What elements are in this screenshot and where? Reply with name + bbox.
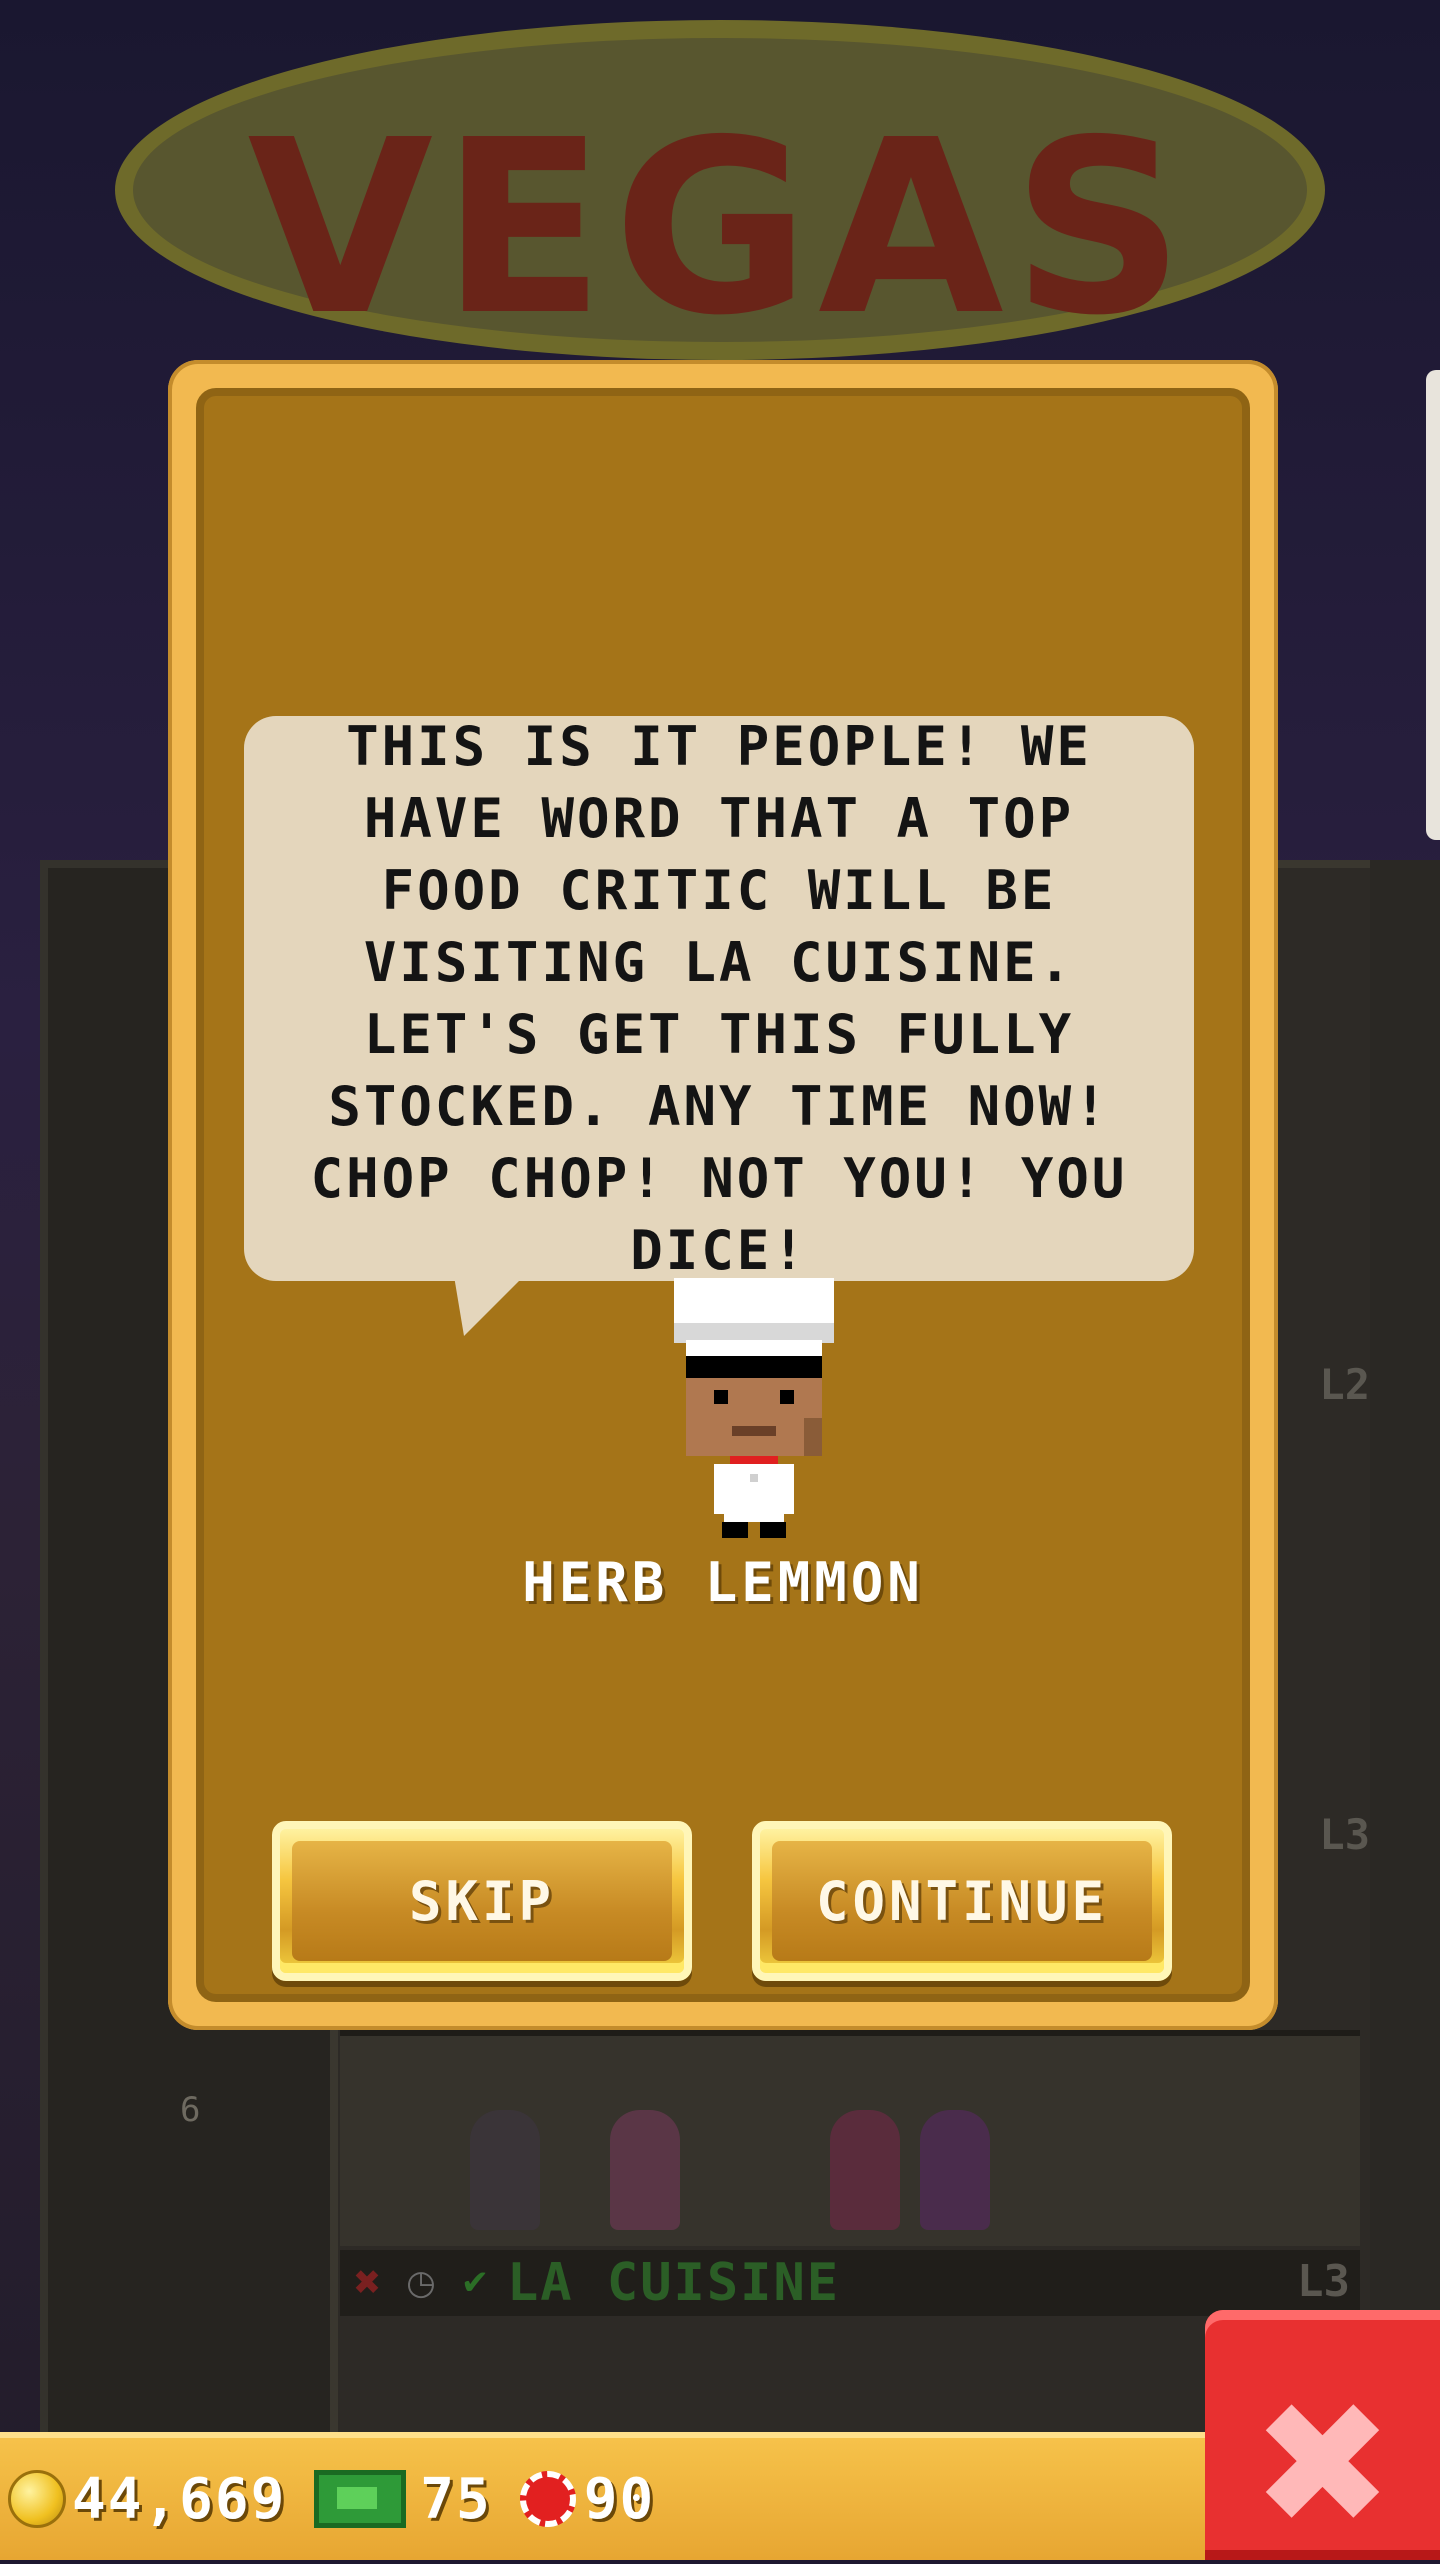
mission-dialog: THIS IS IT PEOPLE! WE HAVE WORD THAT A T…: [168, 360, 1278, 2030]
bitizen[interactable]: [920, 2110, 990, 2230]
coins-value: 44,669: [72, 2466, 287, 2532]
bitizen[interactable]: [470, 2110, 540, 2230]
dialog-body: THIS IS IT PEOPLE! WE HAVE WORD THAT A T…: [196, 388, 1250, 2002]
dialog-message: THIS IS IT PEOPLE! WE HAVE WORD THAT A T…: [310, 714, 1128, 1282]
bitizen[interactable]: [610, 2110, 680, 2230]
side-level-tag: L3: [1319, 1810, 1370, 1859]
skip-button-label: SKIP: [292, 1841, 672, 1961]
clock-icon: ◷: [406, 2263, 436, 2303]
chips-value: 90: [583, 2466, 656, 2532]
floor-number: 6: [180, 2090, 201, 2130]
side-panel-handle[interactable]: [1426, 370, 1440, 840]
close-button[interactable]: ✖: [1205, 2310, 1440, 2560]
bux-counter: 75: [314, 2467, 491, 2532]
character-name: HERB LEMMON: [522, 1551, 924, 1614]
speech-bubble-tail: [454, 1276, 524, 1336]
chips-counter: 90: [519, 2466, 656, 2532]
currency-hud: 44,669 75 90: [0, 2432, 1210, 2560]
continue-button-label: CONTINUE: [772, 1841, 1152, 1961]
bux-icon: [314, 2470, 407, 2528]
chip-icon: [519, 2471, 576, 2527]
bitizen[interactable]: [830, 2110, 900, 2230]
floor-status: ✖ ◷ ✔ LA CUISINE: [345, 2253, 840, 2313]
continue-button[interactable]: CONTINUE: [752, 1821, 1172, 1981]
bux-value: 75: [420, 2466, 492, 2532]
chef-avatar: [674, 1278, 834, 1538]
building-edge: [1370, 860, 1440, 2510]
x-icon: ✖: [352, 2263, 382, 2303]
skip-button[interactable]: SKIP: [272, 1821, 692, 1981]
speech-bubble: THIS IS IT PEOPLE! WE HAVE WORD THAT A T…: [244, 715, 1194, 1282]
close-icon: ✖: [1251, 2366, 1394, 2564]
vegas-sign: VEGAS: [115, 20, 1325, 368]
coins-counter: 44,669: [8, 2467, 286, 2532]
vegas-sign-text: VEGAS: [247, 88, 1193, 368]
floor-name: LA CUISINE: [507, 2253, 841, 2313]
side-level-tag: L2: [1319, 1360, 1370, 1409]
coin-icon: [8, 2470, 66, 2528]
check-icon: ✔: [460, 2263, 490, 2303]
floor-level: L3: [1297, 2256, 1350, 2307]
